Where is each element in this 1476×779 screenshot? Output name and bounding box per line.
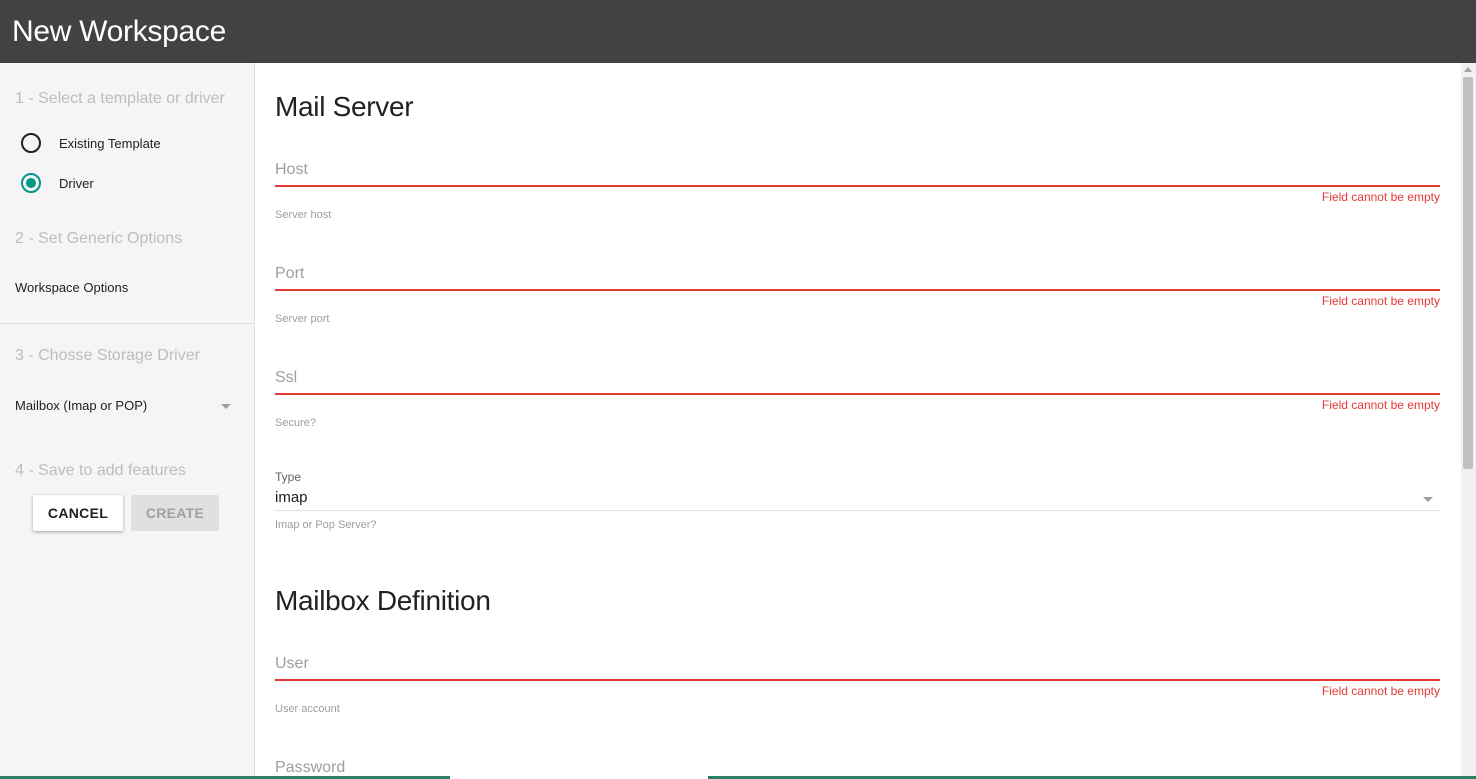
ssl-error: Field cannot be empty [1321,398,1440,412]
page-title: New Workspace [12,15,226,48]
radio-existing-template[interactable]: Existing Template [21,133,161,153]
step-4-title: 4 - Save to add features [15,462,186,479]
type-underline [275,510,1440,511]
port-input[interactable]: Port [275,259,1440,289]
ssl-underline [275,393,1440,395]
vertical-scrollbar[interactable] [1461,63,1476,779]
host-error: Field cannot be empty [1321,190,1440,204]
app-header: New Workspace [0,0,1476,63]
chevron-down-icon[interactable] [221,404,231,409]
scroll-up-arrow-icon[interactable] [1464,67,1472,72]
user-underline [275,679,1440,681]
storage-driver-value: Mailbox (Imap or POP) [15,398,148,413]
ssl-input[interactable]: Ssl [275,363,1440,393]
host-underline [275,185,1440,187]
host-hint: Server host [275,209,332,221]
section-title-mail-server: Mail Server [275,91,414,122]
radio-unchecked-icon[interactable] [21,133,41,153]
scroll-thumb[interactable] [1463,77,1473,469]
type-select[interactable]: imap [275,486,1440,510]
workspace-options-link[interactable]: Workspace Options [15,280,128,296]
user-error: Field cannot be empty [1321,684,1440,698]
sidebar-divider [0,323,254,324]
port-error: Field cannot be empty [1321,294,1440,308]
step-2-title: 2 - Set Generic Options [15,230,183,247]
step-3-title: 3 - Chosse Storage Driver [15,347,200,364]
radio-checked-icon[interactable] [21,173,41,193]
create-button[interactable]: CREATE [131,495,219,531]
radio-label-driver: Driver [59,175,94,191]
host-input[interactable]: Host [275,155,1440,185]
section-title-mailbox-definition: Mailbox Definition [275,585,491,616]
radio-driver[interactable]: Driver [21,173,94,193]
storage-driver-select[interactable]: Mailbox (Imap or POP) [15,397,235,417]
port-underline [275,289,1440,291]
step-1-title: 1 - Select a template or driver [15,90,225,107]
chevron-down-icon[interactable] [1423,497,1433,502]
type-value: imap [275,489,308,506]
ssl-hint: Secure? [275,417,316,429]
form-panel: Mail Server Host Field cannot be empty S… [255,63,1461,779]
user-hint: User account [275,703,340,715]
wizard-sidebar: 1 - Select a template or driver Existing… [0,63,255,779]
cancel-button[interactable]: CANCEL [33,495,123,531]
type-label: Type [275,470,302,484]
user-input[interactable]: User [275,649,1440,679]
port-hint: Server port [275,313,330,325]
type-hint: Imap or Pop Server? [275,519,377,531]
radio-label-existing-template: Existing Template [59,135,161,151]
